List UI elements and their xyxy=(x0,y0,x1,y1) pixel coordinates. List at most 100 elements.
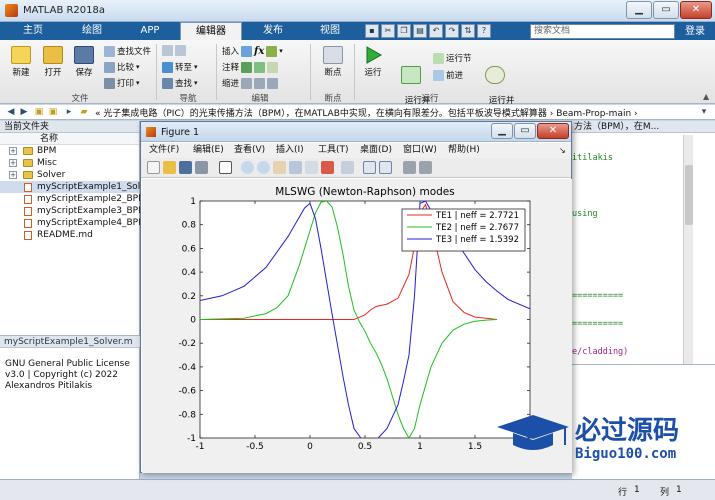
redo-quick-icon[interactable]: ↷ xyxy=(445,24,459,38)
y-tick-label: 0.8 xyxy=(182,221,197,231)
help-quick-icon[interactable]: ? xyxy=(477,24,491,38)
file-list-item[interactable]: + Solver xyxy=(0,169,139,181)
minimize-button[interactable]: ▁ xyxy=(626,1,652,19)
menu-edit[interactable]: 编辑(E) xyxy=(193,143,224,158)
file-list-item[interactable]: + BPM xyxy=(0,145,139,157)
figure-minimize-button[interactable]: ▁ xyxy=(491,123,513,139)
maximize-button[interactable]: ▭ xyxy=(653,1,679,19)
advance-button[interactable]: 前进 xyxy=(433,69,463,81)
find-files-button[interactable]: 查找文件 xyxy=(104,45,151,57)
expand-icon[interactable]: + xyxy=(9,147,17,155)
file-list-item[interactable]: myScriptExample2_BPM.m xyxy=(0,193,157,205)
find-button[interactable]: 查找 ▾ xyxy=(162,77,198,89)
comment-button[interactable]: 注释 xyxy=(222,61,279,73)
new-figure-icon[interactable] xyxy=(147,161,160,174)
dock-arrow-icon[interactable]: ↘ xyxy=(559,143,566,158)
insert-colorbar-icon[interactable] xyxy=(363,161,376,174)
breakpoints-button[interactable]: 断点 xyxy=(316,46,350,78)
file-list-item[interactable]: README.md xyxy=(0,229,139,241)
menu-view[interactable]: 查看(V) xyxy=(234,143,265,158)
compare-button[interactable]: 比较 ▾ xyxy=(104,61,140,73)
run-button[interactable]: 运行 xyxy=(358,46,388,78)
ribbon-divider xyxy=(310,44,311,100)
menu-window[interactable]: 窗口(W) xyxy=(403,143,437,158)
x-tick-label: -1 xyxy=(196,442,205,452)
menu-tools[interactable]: 工具(T) xyxy=(318,143,349,158)
expand-icon[interactable]: + xyxy=(9,171,17,179)
path-dropdown-icon[interactable]: ▾ xyxy=(698,106,710,118)
undo-quick-icon[interactable]: ↶ xyxy=(429,24,443,38)
open-button[interactable]: 打开 xyxy=(38,46,68,78)
fx-icon[interactable]: fx xyxy=(254,46,264,57)
show-plot-tools-icon[interactable] xyxy=(419,161,432,174)
figure-maximize-button[interactable]: ▭ xyxy=(514,123,536,139)
goto-button[interactable]: 转至 ▾ xyxy=(162,61,198,73)
indent-button[interactable]: 缩进 xyxy=(222,77,279,89)
zoom-in-icon[interactable] xyxy=(241,161,254,174)
figure-close-button[interactable]: ✕ xyxy=(537,123,569,139)
command-window[interactable] xyxy=(572,364,715,479)
tab-plots[interactable]: 绘图 xyxy=(64,22,120,40)
back-icon[interactable]: ◀ xyxy=(5,106,17,118)
login-button[interactable]: 登录 xyxy=(680,24,710,39)
expand-icon[interactable]: + xyxy=(9,159,17,167)
browse-folder-icon[interactable]: ▣ xyxy=(47,106,59,118)
run-section-button[interactable]: 运行节 xyxy=(433,52,472,64)
file-list-item[interactable]: myScriptExample3_BPM.m xyxy=(0,205,157,217)
zoom-out-icon[interactable] xyxy=(257,161,270,174)
hide-plot-tools-icon[interactable] xyxy=(403,161,416,174)
edit-plot-icon[interactable] xyxy=(219,161,232,174)
file-list-item[interactable]: + Misc xyxy=(0,157,139,169)
insert-button[interactable]: 插入 fx ▾ xyxy=(222,45,283,57)
forward-icon[interactable]: ▶ xyxy=(18,106,30,118)
name-column-header[interactable]: 名称 xyxy=(0,133,139,145)
mode-plot[interactable]: MLSWG (Newton-Raphson) modes -1 -0.5 0 0.5 1 1… xyxy=(142,179,572,473)
print-button[interactable]: 打印 ▾ xyxy=(104,77,140,89)
close-button[interactable]: ✕ xyxy=(680,1,712,19)
menu-insert[interactable]: 插入(I) xyxy=(276,143,304,158)
insert-legend-icon[interactable] xyxy=(379,161,392,174)
print-figure-icon[interactable] xyxy=(195,161,208,174)
pan-icon[interactable] xyxy=(273,161,286,174)
current-path[interactable]: « 光子集成电路（PIC）的光束传播方法（BPM），在MATLAB中实现，在横向… xyxy=(95,106,638,119)
file-name: README.md xyxy=(37,230,93,240)
copy-quick-icon[interactable]: ❐ xyxy=(397,24,411,38)
file-list-item[interactable]: myScriptExample4_BPM.m xyxy=(0,217,157,229)
legend-entry: TE2 | neff = 2.7677 xyxy=(435,223,519,233)
editor-tab[interactable]: 方法（BPM），在M... xyxy=(572,121,715,133)
switch-window-icon[interactable]: ⇅ xyxy=(461,24,475,38)
new-button[interactable]: 新建 xyxy=(6,46,36,78)
nav-back-forward[interactable] xyxy=(162,45,186,56)
tab-view[interactable]: 视图 xyxy=(304,22,356,40)
menu-file[interactable]: 文件(F) xyxy=(149,143,179,158)
collapse-ribbon-icon[interactable]: ▲ xyxy=(703,92,709,101)
x-tick-label: 1.5 xyxy=(468,442,482,452)
address-bar: ◀ ▶ ▣ ▣ ▸ ▰ « 光子集成电路（PIC）的光束传播方法（BPM），在M… xyxy=(0,105,715,120)
go-back-icon xyxy=(162,45,173,56)
file-list-item[interactable]: myScriptExample1_Solver.m xyxy=(0,181,166,193)
tab-home[interactable]: 主页 xyxy=(10,22,56,40)
code-line: ========== xyxy=(572,319,624,329)
folder-icon xyxy=(23,147,33,155)
menu-help[interactable]: 帮助(H) xyxy=(448,143,480,158)
cut-quick-icon[interactable]: ✂ xyxy=(381,24,395,38)
link-plot-icon[interactable] xyxy=(341,161,354,174)
save-quick-icon[interactable]: ▪ xyxy=(365,24,379,38)
tab-publish[interactable]: 发布 xyxy=(246,22,300,40)
up-folder-icon[interactable]: ▣ xyxy=(33,106,45,118)
rotate-3d-icon[interactable] xyxy=(289,161,302,174)
scrollbar-thumb[interactable] xyxy=(685,165,693,225)
decrease-indent-icon xyxy=(267,77,279,89)
search-input[interactable]: 搜索文档 xyxy=(530,24,675,39)
open-file-icon[interactable] xyxy=(163,161,176,174)
data-cursor-icon[interactable] xyxy=(305,161,318,174)
brush-icon[interactable] xyxy=(321,161,334,174)
tab-apps[interactable]: APP xyxy=(124,22,176,40)
save-figure-icon[interactable] xyxy=(179,161,192,174)
ribbon-divider xyxy=(354,44,355,100)
editor-scrollbar[interactable] xyxy=(683,135,693,365)
menu-desktop[interactable]: 桌面(D) xyxy=(360,143,392,158)
save-button[interactable]: 保存 xyxy=(70,46,98,78)
paste-quick-icon[interactable]: ▤ xyxy=(413,24,427,38)
tab-editor[interactable]: 编辑器 xyxy=(180,22,242,40)
